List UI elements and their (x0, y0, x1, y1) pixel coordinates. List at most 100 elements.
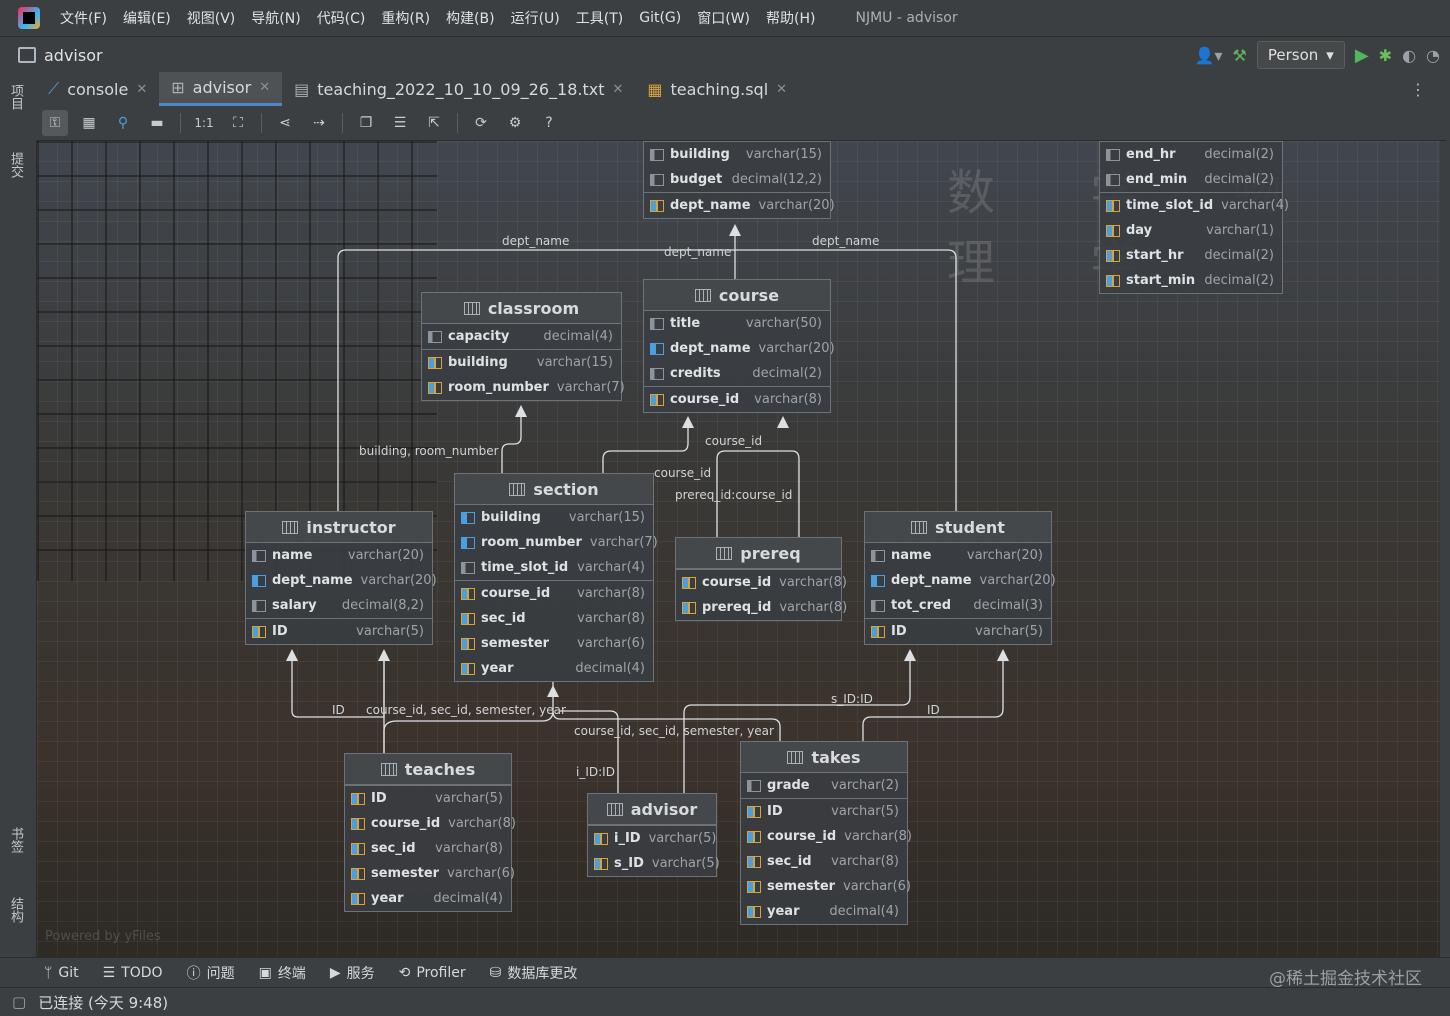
column-row[interactable]: dept_name varchar(20) (865, 568, 1056, 593)
column-row[interactable]: building varchar(15) (422, 349, 621, 375)
column-row[interactable]: capacity decimal(4) (422, 324, 621, 349)
export-icon[interactable]: ⇱ (421, 110, 447, 136)
debug-icon[interactable]: ✱ (1379, 46, 1392, 65)
terminal-tool-button[interactable]: ▣ 终端 (259, 963, 306, 983)
table-header[interactable]: teaches (345, 754, 511, 785)
diagram-canvas[interactable]: 数 学 物 理 学 dept_name (37, 141, 1440, 956)
column-row[interactable]: ID varchar(5) (865, 618, 1051, 644)
close-icon[interactable]: ✕ (259, 80, 270, 95)
tab-console[interactable]: ⟋ console ✕ (36, 72, 159, 106)
column-row[interactable]: year decimal(4) (741, 899, 907, 924)
column-row[interactable]: i_ID varchar(5) (588, 825, 716, 851)
column-row[interactable]: ID varchar(5) (246, 618, 432, 644)
menu-build[interactable]: 构建(B) (446, 8, 495, 28)
show-keys-icon[interactable]: ⚿ (42, 110, 68, 136)
column-row[interactable]: name varchar(20) (246, 543, 432, 568)
column-row[interactable]: time_slot_id varchar(4) (455, 555, 653, 580)
column-row[interactable]: sec_id varchar(8) (455, 606, 653, 631)
column-row[interactable]: course_id varchar(8) (455, 580, 653, 606)
table-header[interactable]: advisor (588, 794, 716, 825)
problems-tool-button[interactable]: ⓘ 问题 (187, 963, 235, 983)
refresh-icon[interactable]: ⟳ (468, 110, 494, 136)
menu-run[interactable]: 运行(U) (511, 8, 560, 28)
column-row[interactable]: dept_name varchar(20) (644, 192, 835, 218)
column-row[interactable]: credits decimal(2) (644, 361, 830, 386)
more-tabs-icon[interactable]: ⋮ (1410, 80, 1426, 99)
column-row[interactable]: start_hr decimal(2) (1100, 243, 1282, 268)
breadcrumb-project[interactable]: advisor (44, 46, 103, 65)
services-tool-button[interactable]: ▶ 服务 (330, 963, 375, 983)
share-icon[interactable]: ⋖ (272, 110, 298, 136)
menu-window[interactable]: 窗口(W) (697, 8, 750, 28)
actual-size-button[interactable]: 1:1 (191, 110, 217, 136)
column-row[interactable]: ID varchar(5) (345, 785, 511, 811)
help-button[interactable]: ? (536, 110, 562, 136)
profiler-tool-button[interactable]: ⟲ Profiler (399, 965, 466, 981)
column-row[interactable]: prereq_id varchar(8) (676, 595, 847, 620)
table-prereq[interactable]: prereq course_id varchar(8) prereq_id varcha… (675, 537, 847, 621)
table-header[interactable]: takes (741, 742, 907, 773)
bookmarks-tool-tab[interactable]: 书签 (6, 827, 25, 853)
tab-teaching-sql[interactable]: ▦ teaching.sql ✕ (635, 72, 799, 106)
column-row[interactable]: course_id varchar(8) (345, 811, 516, 836)
column-row[interactable]: ID varchar(5) (741, 798, 907, 824)
column-row[interactable]: s_ID varchar(5) (588, 851, 720, 876)
column-row[interactable]: year decimal(4) (455, 656, 653, 681)
menu-git[interactable]: Git(G) (639, 10, 681, 26)
column-row[interactable]: dept_name varchar(20) (246, 568, 437, 593)
menu-help[interactable]: 帮助(H) (766, 8, 815, 28)
column-row[interactable]: semester varchar(6) (455, 631, 653, 656)
table-header[interactable]: course (644, 280, 830, 311)
show-columns-icon[interactable]: ▦ (76, 110, 102, 136)
run-config-select[interactable]: Person ▾ (1256, 41, 1345, 69)
column-row[interactable]: budget decimal(12,2) (644, 167, 830, 192)
settings-gear-icon[interactable]: ⚙ (502, 110, 528, 136)
navigate-icon[interactable]: ⇢ (306, 110, 332, 136)
column-row[interactable]: time_slot_id varchar(4) (1100, 192, 1289, 218)
tab-teaching-txt[interactable]: ▤ teaching_2022_10_10_09_26_18.txt ✕ (282, 72, 635, 106)
table-student[interactable]: student name varchar(20) dept_name varchar(2… (864, 511, 1056, 645)
menu-edit[interactable]: 编辑(E) (123, 8, 171, 28)
menu-tools[interactable]: 工具(T) (576, 8, 623, 28)
table-header[interactable]: classroom (422, 293, 621, 324)
column-row[interactable]: course_id varchar(8) (741, 824, 912, 849)
table-header[interactable]: instructor (246, 512, 432, 543)
close-icon[interactable]: ✕ (612, 82, 623, 97)
fit-content-icon[interactable]: ⛶ (225, 110, 251, 136)
tab-advisor[interactable]: ⊞ advisor ✕ (159, 72, 283, 106)
column-row[interactable]: name varchar(20) (865, 543, 1051, 568)
column-row[interactable]: day varchar(1) (1100, 218, 1282, 243)
user-icon[interactable]: 👤▾ (1195, 46, 1223, 65)
commit-tool-tab[interactable]: 提交 (6, 152, 25, 178)
table-department[interactable]: building varchar(15) budget decimal(12,2) de… (643, 141, 835, 219)
table-time-slot[interactable]: end_hr decimal(2) end_min decimal(2) time_sl… (1099, 141, 1289, 294)
column-row[interactable]: title varchar(50) (644, 311, 830, 336)
column-row[interactable]: semester varchar(6) (345, 861, 515, 886)
close-icon[interactable]: ✕ (136, 82, 147, 97)
column-row[interactable]: start_min decimal(2) (1100, 268, 1282, 293)
table-teaches[interactable]: teaches ID varchar(5) course_id varchar(8)se… (344, 753, 516, 912)
git-tool-button[interactable]: ᛘ Git (44, 965, 79, 981)
column-row[interactable]: room_number varchar(7) (455, 530, 658, 555)
column-row[interactable]: course_id varchar(8) (676, 569, 847, 595)
table-header[interactable]: prereq (676, 538, 841, 569)
table-header[interactable]: section (455, 474, 653, 505)
column-row[interactable]: room_number varchar(7) (422, 375, 625, 400)
menu-view[interactable]: 视图(V) (187, 8, 236, 28)
profiler-icon[interactable]: ◔ (1426, 46, 1440, 65)
menu-code[interactable]: 代码(C) (317, 8, 366, 28)
column-row[interactable]: course_id varchar(8) (644, 386, 830, 412)
show-comments-icon[interactable]: ▬ (144, 110, 170, 136)
copy-icon[interactable]: ❐ (353, 110, 379, 136)
build-hammer-icon[interactable]: ⚒ (1233, 46, 1247, 65)
db-changes-tool-button[interactable]: ⛁ 数据库更改 (490, 963, 578, 983)
column-row[interactable]: salary decimal(8,2) (246, 593, 432, 618)
menu-refactor[interactable]: 重构(R) (381, 8, 430, 28)
column-row[interactable]: dept_name varchar(20) (644, 336, 835, 361)
column-row[interactable]: semester varchar(6) (741, 874, 911, 899)
menu-navigate[interactable]: 导航(N) (251, 8, 300, 28)
table-course[interactable]: course title varchar(50) dept_name varchar(2… (643, 279, 835, 413)
column-row[interactable]: building varchar(15) (644, 142, 830, 167)
column-row[interactable]: sec_id varchar(8) (741, 849, 907, 874)
table-classroom[interactable]: classroom capacity decimal(4) building varch… (421, 292, 625, 401)
